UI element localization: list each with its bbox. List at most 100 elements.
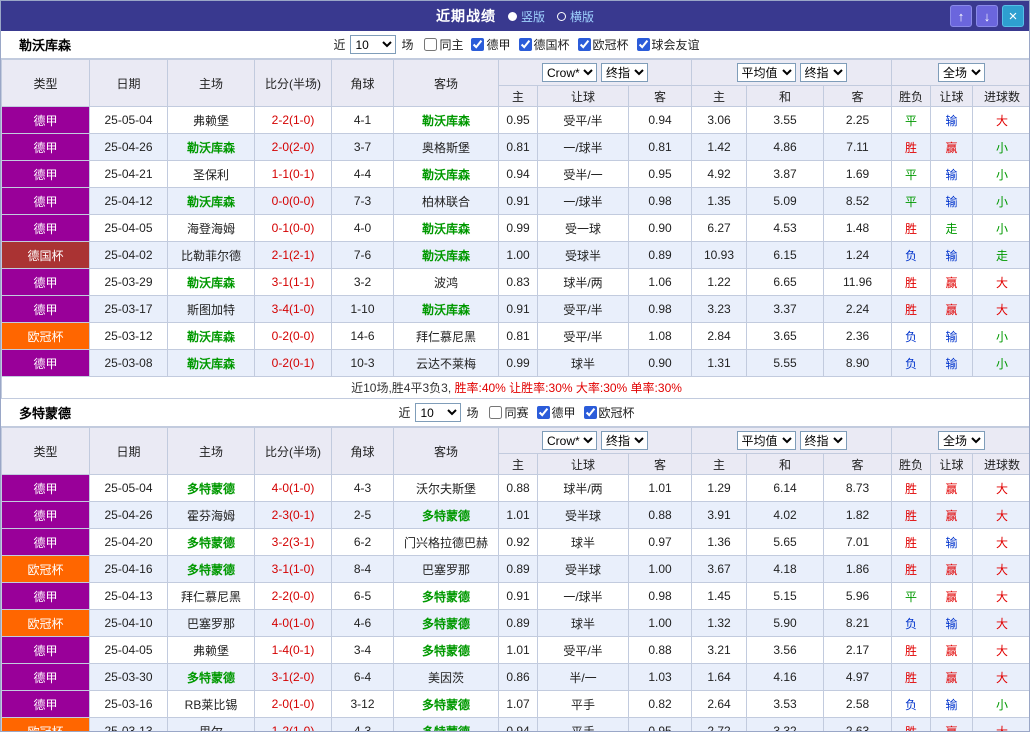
filter-checkbox-label: 欧冠杯 <box>592 38 629 52</box>
filter-checkbox[interactable]: 德甲 <box>536 404 576 421</box>
handicap-result: 赢 <box>930 501 974 529</box>
filter-checkbox[interactable]: 同主 <box>424 36 463 53</box>
asia-home-odds: 0.83 <box>498 268 538 296</box>
filter-checkbox-input[interactable] <box>471 38 485 51</box>
away-team: 巴塞罗那 <box>393 555 499 583</box>
euro-draw-odds: 3.65 <box>746 322 824 350</box>
goals-result: 大 <box>972 663 1029 691</box>
filter-checkbox-label: 同主 <box>439 38 464 52</box>
bookmaker-select[interactable]: Crow* <box>542 63 597 82</box>
scroll-up-button[interactable]: ↑ <box>950 5 972 27</box>
handicap-result: 输 <box>930 241 974 269</box>
matches-table: 类型 日期 主场 比分(半场) 角球 客场 Crow* 终指 平均值 终指 全场主让球客主和客胜负让… <box>1 427 1029 731</box>
filter-checkbox-label: 德国杯 <box>533 38 570 52</box>
asia-odds-header: Crow* 终指 <box>498 59 692 86</box>
scope-select[interactable]: 全场 <box>938 63 986 82</box>
asia-stage-select[interactable]: 终指 <box>601 63 648 82</box>
euro-stage-select[interactable]: 终指 <box>799 431 847 450</box>
euro-away-odds: 2.36 <box>822 322 893 350</box>
scroll-down-button[interactable]: ↓ <box>976 5 998 27</box>
scope-select[interactable]: 全场 <box>938 431 986 450</box>
filter-checkbox-input[interactable] <box>577 38 591 51</box>
euro-home-odds: 1.32 <box>691 609 747 637</box>
filter-checkbox-input[interactable] <box>424 38 438 51</box>
match-date: 25-04-05 <box>89 214 168 242</box>
filter-checkbox-input[interactable] <box>489 406 503 419</box>
handicap-result: 输 <box>930 160 974 188</box>
col-away: 客场 <box>393 427 499 475</box>
away-team: 勒沃库森 <box>393 214 499 242</box>
filter-checkbox[interactable]: 同赛 <box>489 404 529 421</box>
subcol-header: 让球 <box>537 453 629 475</box>
filter-checkbox[interactable]: 欧冠杯 <box>583 404 635 421</box>
close-icon[interactable]: × <box>1002 5 1024 27</box>
radio-horizontal[interactable]: 横版 <box>557 8 594 25</box>
subcol-header: 让球 <box>537 85 629 107</box>
home-team: 多特蒙德 <box>167 474 255 502</box>
corner-score: 3-12 <box>331 690 394 718</box>
euro-source-select[interactable]: 平均值 <box>736 431 796 450</box>
radio-vertical-label: 竖版 <box>520 9 545 24</box>
asia-away-odds: 0.97 <box>628 528 692 556</box>
match-date: 25-04-20 <box>89 528 168 556</box>
score: 3-1(2-0) <box>254 663 332 691</box>
euro-draw-odds: 5.55 <box>746 349 824 377</box>
euro-away-odds: 1.82 <box>822 501 893 529</box>
goals-result: 小 <box>972 322 1029 350</box>
euro-away-odds: 8.52 <box>822 187 893 215</box>
summary-row: 近10场,胜4平3负3, 胜率:40% 让胜率:30% 大率:30% 单率:30… <box>1 376 1029 399</box>
handicap: 受一球 <box>537 214 629 242</box>
filter-checkbox[interactable]: 球会友谊 <box>636 36 700 53</box>
handicap: 一/球半 <box>537 187 629 215</box>
asia-home-odds: 0.94 <box>498 717 538 731</box>
handicap: 球半 <box>537 528 629 556</box>
team-section: 勒沃库森近 10 场同主 德甲 德国杯 欧冠杯 球会友谊 类型 日期 主场 比分(半场) 角球 客场 Cr… <box>1 31 1029 399</box>
filter-checkbox-input[interactable] <box>636 38 650 51</box>
filter-checkbox-input[interactable] <box>536 406 550 419</box>
score: 3-4(1-0) <box>254 295 332 323</box>
matches-table: 类型 日期 主场 比分(半场) 角球 客场 Crow* 终指 平均值 终指 全场主让球客主和客胜负让… <box>1 59 1029 399</box>
section-header: 多特蒙德 近 10 场 同赛 德甲 欧冠杯 <box>1 399 1029 427</box>
match-date: 25-04-12 <box>89 187 168 215</box>
handicap-result: 赢 <box>930 663 974 691</box>
league-badge: 欧冠杯 <box>1 717 90 731</box>
goals-result: 大 <box>972 717 1029 731</box>
subcol-header: 进球数 <box>972 85 1029 107</box>
handicap-result: 输 <box>930 690 974 718</box>
asia-home-odds: 0.91 <box>498 582 538 610</box>
filter-checkbox[interactable]: 欧冠杯 <box>577 36 629 53</box>
corner-score: 7-6 <box>331 241 394 269</box>
away-team: 多特蒙德 <box>393 717 499 731</box>
match-row: 德甲 25-04-05 海登海姆 0-1(0-0) 4-0 勒沃库森 0.99 受一球 0.90… <box>1 214 1029 242</box>
corner-score: 2-5 <box>331 501 394 529</box>
asia-stage-select[interactable]: 终指 <box>601 431 648 450</box>
filter-checkbox-input[interactable] <box>583 406 597 419</box>
score: 0-1(0-0) <box>254 214 332 242</box>
corner-score: 4-4 <box>331 160 394 188</box>
match-count-select[interactable]: 10 <box>350 35 397 54</box>
asia-away-odds: 0.88 <box>628 501 692 529</box>
match-result: 平 <box>891 187 932 215</box>
asia-home-odds: 0.99 <box>498 214 538 242</box>
bookmaker-select[interactable]: Crow* <box>542 431 597 450</box>
match-row: 德甲 25-03-30 多特蒙德 3-1(2-0) 6-4 美因茨 0.86 半/一 1.03 1… <box>1 663 1029 691</box>
euro-stage-select[interactable]: 终指 <box>799 63 847 82</box>
filter-checkbox-label: 球会友谊 <box>651 38 700 52</box>
handicap-result: 输 <box>930 322 974 350</box>
filter-checkbox-input[interactable] <box>518 38 532 51</box>
league-badge: 德甲 <box>1 349 90 377</box>
asia-away-odds: 0.98 <box>628 295 692 323</box>
home-team: 里尔 <box>167 717 255 731</box>
col-type: 类型 <box>1 427 90 475</box>
euro-home-odds: 6.27 <box>691 214 747 242</box>
radio-vertical[interactable]: 竖版 <box>507 8 545 25</box>
euro-source-select[interactable]: 平均值 <box>736 63 796 82</box>
filter-checkbox[interactable]: 德甲 <box>471 36 511 53</box>
match-result: 负 <box>891 690 932 718</box>
subcol-header: 客 <box>628 85 692 107</box>
match-date: 25-03-13 <box>89 717 168 731</box>
match-count-select[interactable]: 10 <box>415 403 462 422</box>
filter-checkbox[interactable]: 德国杯 <box>518 36 570 53</box>
summary-record: 近10场,胜4平3负3, <box>351 381 452 395</box>
asia-home-odds: 0.81 <box>498 322 538 350</box>
